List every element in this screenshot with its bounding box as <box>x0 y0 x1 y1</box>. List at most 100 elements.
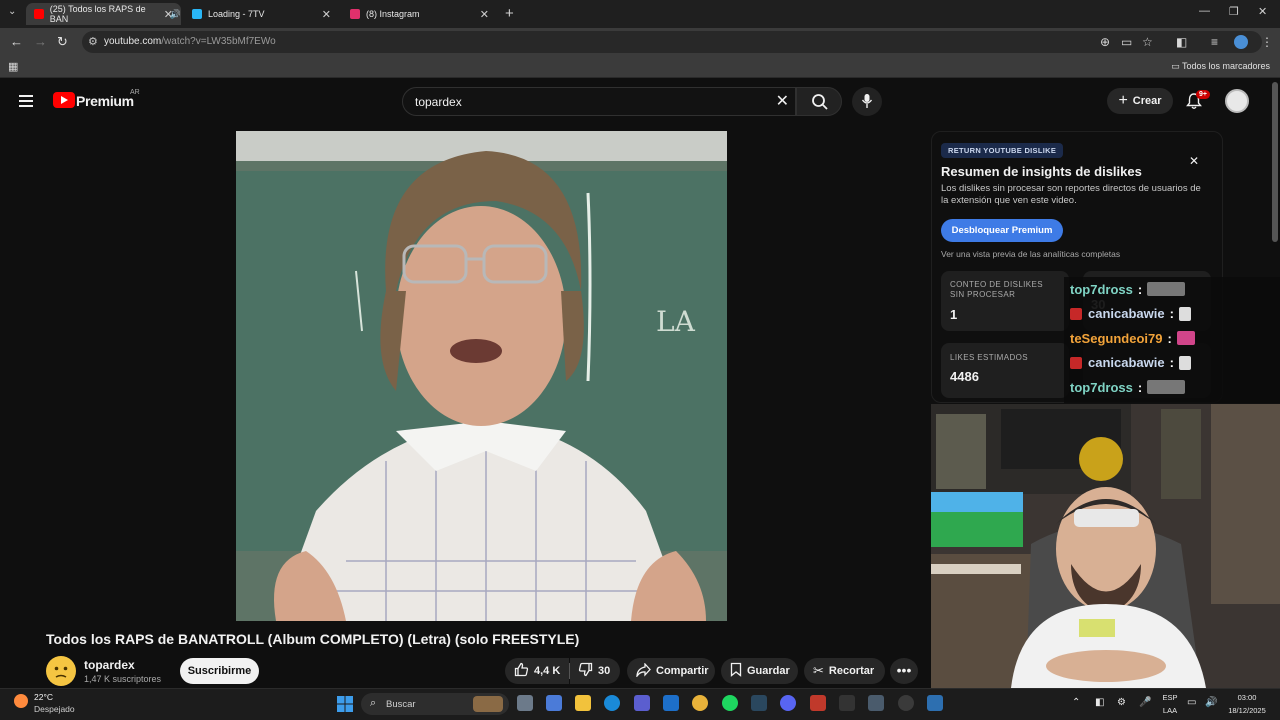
weather-temperature[interactable]: 22°C <box>34 692 53 702</box>
youtube-logo-icon[interactable] <box>53 92 75 108</box>
chat-message: canicabawie: <box>1064 302 1280 327</box>
network-icon[interactable]: ▭ <box>1187 697 1196 708</box>
more-actions-button[interactable]: ••• <box>890 658 918 684</box>
search-button[interactable] <box>796 87 842 116</box>
tab-search-chevron-icon[interactable]: ⌄ <box>8 6 16 17</box>
chat-username: top7dross <box>1070 281 1133 297</box>
new-tab-plus-icon[interactable]: + <box>505 5 514 22</box>
chat-username: canicabawie <box>1088 355 1165 371</box>
tab-close-icon[interactable]: ✕ <box>480 8 489 21</box>
clock-date[interactable]: 18/12/2025 <box>1222 706 1272 715</box>
clock-time[interactable]: 03:00 <box>1226 693 1268 702</box>
share-arrow-icon <box>636 661 651 680</box>
network-app-icon[interactable] <box>868 695 884 711</box>
url-path: /watch?v=LW35bMf7EWo <box>161 36 276 47</box>
account-avatar[interactable] <box>1225 89 1249 113</box>
bookmarks-bar: ▦ ▭ Todos los marcadores <box>0 56 1280 78</box>
raw-dislikes-value: 1 <box>950 307 958 322</box>
store-icon[interactable] <box>634 695 650 711</box>
more-dots-icon: ••• <box>896 662 912 678</box>
close-panel-icon[interactable]: ✕ <box>1189 154 1199 168</box>
language-top[interactable]: ESP <box>1160 693 1180 702</box>
tray-app-icon[interactable]: ◧ <box>1095 697 1104 708</box>
bookmark-star-icon[interactable]: ☆ <box>1142 35 1153 49</box>
voice-search-button[interactable] <box>852 87 882 116</box>
copilot-icon[interactable] <box>546 695 562 711</box>
chat-colon: : <box>1167 330 1172 346</box>
unlock-premium-button[interactable]: Desbloquear Premium <box>941 219 1063 242</box>
mod-badge-icon <box>1070 307 1082 320</box>
save-button[interactable]: Guardar <box>721 658 798 684</box>
discord-icon[interactable] <box>780 695 796 711</box>
weather-sun-icon[interactable] <box>14 694 28 708</box>
youtube-premium-logo[interactable]: Premium <box>76 93 134 109</box>
zoom-icon[interactable]: ⊕ <box>1100 35 1110 49</box>
page-scrollbar[interactable] <box>1272 82 1278 242</box>
channel-avatar[interactable] <box>46 656 76 686</box>
tab-7tv[interactable]: Loading - 7TV ✕ <box>184 3 339 25</box>
clip-button[interactable]: ✂ Recortar <box>804 658 885 684</box>
video-player[interactable]: LA <box>236 131 727 621</box>
channel-avatar-face-icon <box>47 657 75 685</box>
edge-icon[interactable] <box>604 695 620 711</box>
site-settings-icon[interactable]: ⚙ <box>88 35 98 48</box>
logitech-icon[interactable] <box>839 695 855 711</box>
emote-icon <box>1178 355 1191 370</box>
hamburger-menu-icon[interactable] <box>19 95 33 107</box>
tab-title: (25) Todos los RAPS de BAN <box>49 4 146 24</box>
close-window-icon[interactable]: ✕ <box>1258 5 1267 18</box>
reload-icon[interactable]: ↻ <box>57 34 68 50</box>
tab-title: Loading - 7TV <box>208 9 265 19</box>
obs-icon[interactable] <box>810 695 826 711</box>
language-bottom[interactable]: LAA <box>1160 706 1180 715</box>
clear-search-icon[interactable]: ✕ <box>776 91 789 111</box>
url-field[interactable]: ⚙ youtube.com/watch?v=LW35bMf7EWo <box>82 31 1262 53</box>
browser-menu-icon[interactable]: ⋮ <box>1261 35 1273 49</box>
file-explorer-icon[interactable] <box>575 695 591 711</box>
tab-instagram[interactable]: (8) Instagram ✕ <box>342 3 497 25</box>
outlook-icon[interactable] <box>663 695 679 711</box>
reading-list-icon[interactable]: ≡ <box>1211 35 1218 49</box>
microphone-tray-icon[interactable]: 🎤 <box>1139 697 1151 708</box>
windows-start-icon[interactable] <box>337 696 353 712</box>
share-button[interactable]: Compartir <box>627 658 715 684</box>
volume-icon[interactable]: 🔊 <box>1205 697 1217 708</box>
search-input[interactable]: topardex <box>415 95 462 109</box>
chrome-icon[interactable] <box>692 695 708 711</box>
search-box[interactable]: topardex ✕ <box>402 87 796 116</box>
extensions-icon[interactable]: ◧ <box>1176 35 1187 49</box>
tab-close-icon[interactable]: ✕ <box>322 8 331 21</box>
all-bookmarks-label: Todos los marcadores <box>1181 61 1270 71</box>
like-button[interactable]: 4,4 K <box>505 658 569 684</box>
dislike-button[interactable]: 30 <box>570 658 620 684</box>
taskbar-search[interactable]: ⌕ Buscar <box>361 693 509 715</box>
address-toolbar: ← → ↻ ⚙ youtube.com/watch?v=LW35bMf7EWo … <box>0 28 1280 56</box>
back-arrow-icon[interactable]: ← <box>10 34 23 49</box>
tray-settings-icon[interactable]: ⚙ <box>1117 697 1126 708</box>
tray-chevron-icon[interactable]: ⌃ <box>1072 697 1080 708</box>
apps-grid-icon[interactable]: ▦ <box>8 60 18 73</box>
subscribe-button[interactable]: Suscribirme <box>180 658 259 684</box>
raw-dislikes-label: CONTEO DE DISLIKES SIN PROCESAR <box>950 280 1043 299</box>
chat-username: canicabawie <box>1088 306 1165 322</box>
tab-youtube[interactable]: (25) Todos los RAPS de BAN 🔊 ✕ <box>26 3 181 25</box>
chat-colon: : <box>1137 281 1143 297</box>
maximize-icon[interactable]: ❐ <box>1229 5 1239 18</box>
tab-close-icon[interactable]: ✕ <box>164 8 173 21</box>
task-view-icon[interactable] <box>517 695 533 711</box>
steam-icon[interactable] <box>751 695 767 711</box>
create-button[interactable]: + Crear <box>1107 88 1173 114</box>
screen-app-icon[interactable] <box>927 695 943 711</box>
forward-arrow-icon[interactable]: → <box>34 34 47 49</box>
cast-icon[interactable]: ▭ <box>1121 35 1132 49</box>
weather-condition[interactable]: Despejado <box>34 704 75 714</box>
recording-app-icon[interactable] <box>898 695 914 711</box>
profile-icon[interactable] <box>1234 35 1248 49</box>
browser-tab-strip: ⌄ (25) Todos los RAPS de BAN 🔊 ✕ Loading… <box>0 0 1280 28</box>
minimize-icon[interactable]: — <box>1199 5 1210 17</box>
share-label: Compartir <box>656 665 709 677</box>
spotify-icon[interactable] <box>722 695 738 711</box>
channel-name[interactable]: topardex <box>84 658 135 672</box>
chat-message: teSegundeoi79: <box>1064 326 1280 351</box>
all-bookmarks-folder[interactable]: ▭ Todos los marcadores <box>1171 61 1270 72</box>
